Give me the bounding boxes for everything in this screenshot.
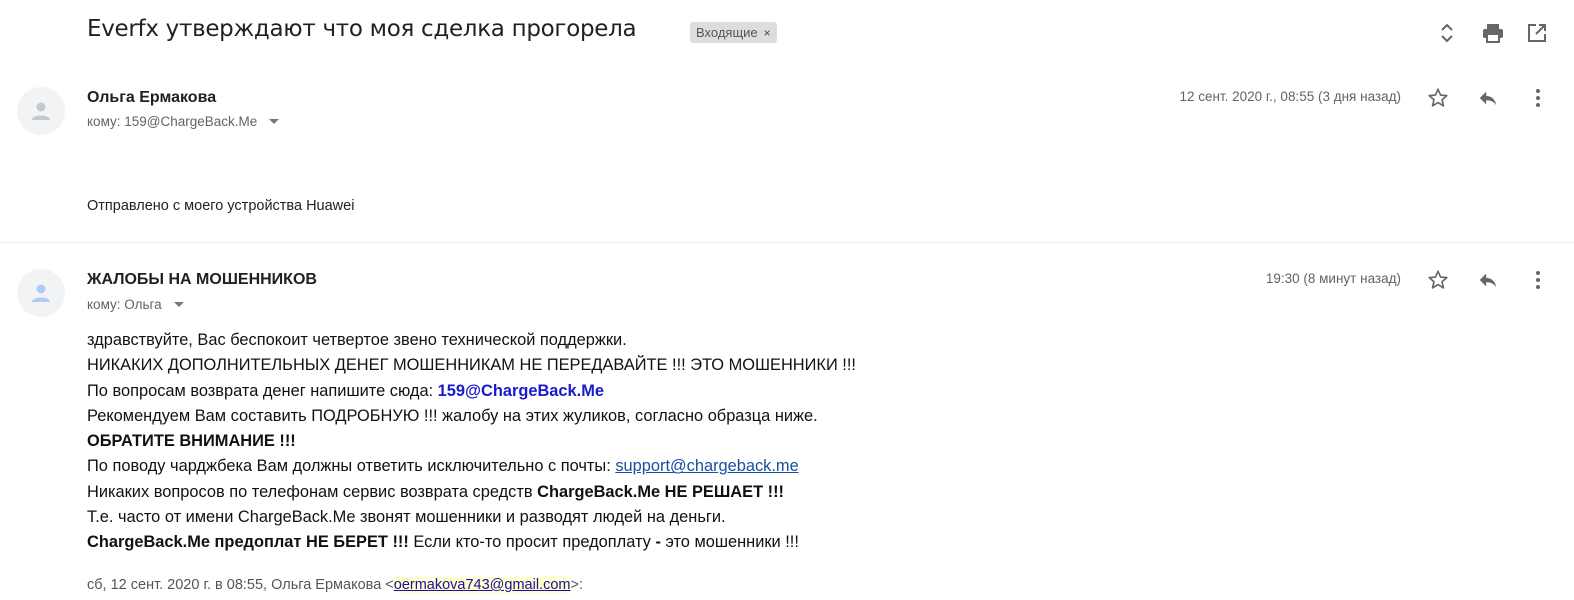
avatar[interactable]	[17, 87, 65, 135]
label-chip-inbox[interactable]: Входящие ×	[690, 22, 777, 43]
body-line: ОБРАТИТЕ ВНИМАНИЕ !!!	[87, 432, 296, 451]
sender-name[interactable]: Ольга Ермакова	[87, 89, 216, 107]
recipient-text: кому: Ольга	[87, 297, 162, 312]
star-icon[interactable]	[1424, 84, 1452, 112]
sender-name[interactable]: ЖАЛОБЫ НА МОШЕННИКОВ	[87, 271, 317, 289]
message-date: 19:30 (8 минут назад)	[1265, 271, 1401, 286]
body-line: По поводу чарджбека Вам должны ответить …	[87, 454, 856, 479]
print-icon[interactable]	[1480, 20, 1506, 46]
body-text: Если кто-то просит предоплату	[408, 533, 656, 552]
more-options-icon[interactable]	[1524, 266, 1552, 294]
quote-suffix: >:	[570, 577, 583, 593]
body-line: По вопросам возврата денег напишите сюда…	[87, 379, 856, 404]
label-chip-text: Входящие	[696, 25, 758, 40]
recipient-text: кому: 159@ChargeBack.Me	[87, 114, 258, 129]
body-line: здравствуйте, Вас беспокоит четвертое зв…	[87, 331, 627, 349]
body-text: По поводу чарджбека Вам должны ответить …	[87, 457, 616, 476]
body-text: По вопросам возврата денег напишите сюда…	[87, 381, 438, 400]
support-email-link[interactable]: support@chargeback.me	[615, 457, 798, 475]
chevron-down-icon[interactable]	[173, 302, 184, 307]
body-line: Т.е. часто от имени ChargeBack.Me звонят…	[87, 508, 726, 527]
reply-icon[interactable]	[1474, 266, 1502, 294]
body-line: Никаких вопросов по телефонам сервис воз…	[87, 480, 856, 505]
contact-email: 159@ChargeBack.Me	[437, 381, 604, 400]
quote-email-link[interactable]: oermakova743@gmail.com	[393, 577, 571, 593]
recipient-line[interactable]: кому: Ольга	[87, 297, 184, 312]
more-options-icon[interactable]	[1524, 84, 1552, 112]
chevron-down-icon[interactable]	[269, 119, 280, 124]
avatar[interactable]	[17, 269, 65, 317]
thread-subject: Everfx утверждают что моя сделка прогоре…	[87, 16, 637, 42]
body-bold-text: ChargeBack.Me НЕ РЕШАЕТ !!!	[537, 482, 785, 501]
quote-header: сб, 12 сент. 2020 г. в 08:55, Ольга Ерма…	[87, 577, 583, 593]
person-icon	[32, 284, 50, 302]
quote-prefix: сб, 12 сент. 2020 г. в 08:55, Ольга Ерма…	[87, 577, 394, 593]
body-line: Рекомендуем Вам составить ПОДРОБНУЮ !!! …	[87, 406, 818, 425]
body-text: Никаких вопросов по телефонам сервис воз…	[87, 482, 538, 501]
reply-icon[interactable]	[1474, 84, 1502, 112]
body-line: НИКАКИХ ДОПОЛНИТЕЛЬНЫХ ДЕНЕГ МОШЕННИКАМ …	[87, 356, 856, 375]
body-bold-text: ChargeBack.Me предоплат НЕ БЕРЕТ !!!	[87, 533, 409, 552]
body-line: ChargeBack.Me предоплат НЕ БЕРЕТ !!! Есл…	[87, 530, 856, 555]
message-date: 12 сент. 2020 г., 08:55 (3 дня назад)	[1179, 89, 1401, 104]
star-icon[interactable]	[1424, 266, 1452, 294]
message-divider	[0, 242, 1574, 243]
person-icon	[32, 102, 50, 120]
remove-label-icon[interactable]: ×	[764, 26, 771, 40]
message-body: здравствуйте, Вас беспокоит четвертое зв…	[87, 328, 856, 556]
body-text: это мошенники !!!	[660, 533, 799, 552]
message-body: Отправлено с моего устройства Huawei	[87, 198, 355, 214]
open-new-window-icon[interactable]	[1524, 20, 1550, 46]
expand-collapse-icon[interactable]	[1434, 20, 1460, 46]
recipient-line[interactable]: кому: 159@ChargeBack.Me	[87, 114, 280, 129]
